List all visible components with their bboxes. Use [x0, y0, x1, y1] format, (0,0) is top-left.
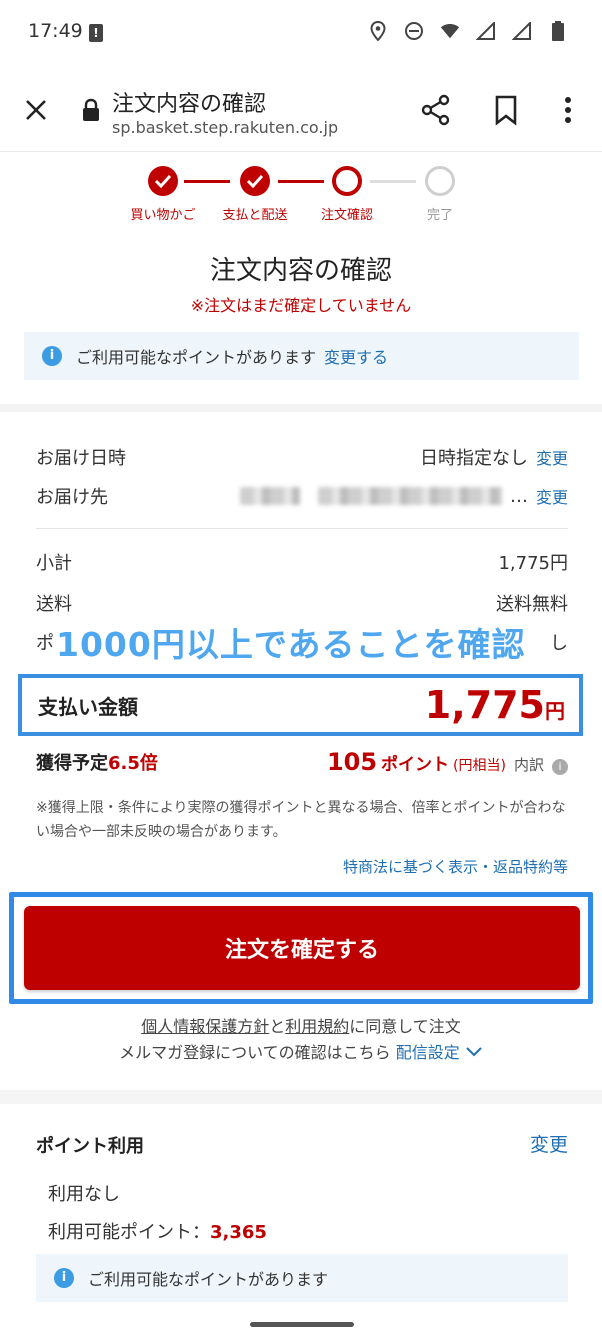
info-icon: i — [42, 346, 62, 366]
step-label: 支払と配送 — [222, 208, 288, 223]
dnd-icon — [404, 20, 424, 42]
point-usage-info-text: ご利用可能なポイントがあります — [88, 1270, 329, 1289]
points-gain-label: 獲得予定 — [36, 753, 108, 774]
points-info-banner: i ご利用可能なポイントがあります 変更する — [24, 332, 579, 380]
subtotal-value: 1,775円 — [498, 553, 568, 574]
delivery-date-label: お届け日時 — [36, 448, 126, 469]
page-title: 注文内容の確認 — [112, 92, 267, 117]
agreement-text: 個人情報保護方針と利用規約に同意して注文 メルマガ登録についての確認はこちら 配… — [0, 1014, 602, 1066]
change-points-link[interactable]: 変更する — [324, 344, 388, 368]
location-icon — [368, 20, 388, 42]
info-banner-text: ご利用可能なポイントがあります — [76, 348, 317, 367]
section-separator — [0, 404, 602, 412]
points-gain-row: 獲得予定6.5倍 105 ポイント (円相当) 内訳 i — [36, 742, 568, 782]
delivery-address-label: お届け先 — [36, 487, 108, 508]
available-points: 利用可能ポイント：3,365 — [48, 1218, 267, 1244]
points-gain-amount: 105 — [326, 748, 378, 776]
check-icon — [148, 166, 178, 196]
delivery-address-row: お届け先 … 変更 — [36, 480, 568, 512]
current-step-icon — [332, 166, 362, 196]
step-confirm: 注文確認 — [302, 166, 392, 223]
alert-icon: ! — [89, 24, 103, 42]
step-payment: 支払と配送 — [210, 166, 300, 223]
info-icon: i — [54, 1268, 74, 1288]
total-amount: 1,775 — [424, 683, 545, 727]
point-usage-info-banner: i ご利用可能なポイントがあります — [36, 1254, 568, 1302]
points-multiplier: 6.5倍 — [108, 753, 158, 774]
help-icon[interactable]: i — [552, 759, 568, 775]
total-label: 支払い金額 — [38, 694, 138, 719]
not-confirmed-warning: ※注文はまだ確定していません — [190, 296, 412, 315]
confirm-order-button[interactable]: 注文を確定する — [24, 906, 580, 990]
step-label: 注文確認 — [320, 208, 373, 223]
points-breakdown-link[interactable]: 内訳 — [514, 754, 544, 775]
shipping-label: 送料 — [36, 594, 72, 615]
available-points-value: 3,365 — [210, 1222, 267, 1243]
change-date-link[interactable]: 変更 — [536, 445, 568, 469]
terms-link[interactable]: 利用規約 — [285, 1017, 349, 1036]
checkout-stepper: 買い物かご 支払と配送 注文確認 完了 — [0, 160, 602, 230]
step-label: 買い物かご — [130, 208, 196, 223]
share-icon[interactable] — [420, 94, 452, 126]
step-cart: 買い物かご — [118, 166, 208, 223]
point-usage-title: ポイント利用 — [36, 1136, 144, 1157]
step-complete: 完了 — [395, 166, 485, 223]
points-yen-equiv: (円相当) — [453, 758, 506, 774]
section-separator — [0, 1090, 602, 1104]
annotation-overlay: 1000円以上であることを確認 — [56, 625, 526, 664]
browser-toolbar: 注文内容の確認 sp.basket.step.rakuten.co.jp — [0, 66, 602, 152]
page-heading: 注文内容の確認 — [209, 256, 392, 286]
status-time: 17:49 — [28, 20, 83, 42]
divider — [36, 528, 568, 529]
change-address-link[interactable]: 変更 — [536, 484, 568, 508]
pending-step-icon — [425, 166, 455, 196]
privacy-policy-link[interactable]: 個人情報保護方針 — [141, 1017, 269, 1036]
points-unit: ポイント — [381, 755, 450, 775]
close-icon[interactable] — [22, 96, 50, 124]
agreement-and: と — [269, 1017, 286, 1036]
change-point-usage-link[interactable]: 変更 — [530, 1130, 568, 1157]
address-ellipsis: … — [509, 485, 528, 507]
chevron-down-icon[interactable] — [465, 1043, 483, 1062]
redacted-name — [239, 487, 300, 505]
shipping-row: 送料 送料無料 — [36, 587, 568, 619]
available-points-label: 利用可能ポイント： — [48, 1222, 210, 1243]
subtotal-label: 小計 — [36, 553, 72, 574]
redacted-address — [317, 487, 502, 505]
wifi-icon — [440, 20, 460, 42]
delivery-date-row: お届け日時 日時指定なし 変更 — [36, 441, 568, 473]
battery-icon — [548, 20, 568, 42]
total-unit: 円 — [545, 699, 565, 723]
newsletter-text: メルマガ登録についての確認はこちら — [119, 1043, 391, 1062]
delivery-date-value: 日時指定なし — [419, 448, 528, 469]
points-note: ※獲得上限・条件により実際の獲得ポイントと異なる場合、倍率とポイントが合わない場… — [36, 800, 566, 840]
page-url[interactable]: sp.basket.step.rakuten.co.jp — [112, 118, 338, 137]
gesture-nav-handle[interactable] — [250, 1322, 354, 1327]
legal-notice-link[interactable]: 特商法に基づく表示・返品特約等 — [343, 856, 568, 877]
total-amount-box: 支払い金額 1,775円 — [18, 674, 583, 736]
points-usage-label: ポ — [36, 633, 54, 654]
signal-2-icon — [512, 20, 532, 42]
point-usage-section: ポイント利用 変更 利用なし 利用可能ポイント：3,365 i ご利用可能なポイ… — [0, 1104, 602, 1337]
status-bar: 17:49 ! — [0, 0, 602, 66]
status-icons — [368, 20, 568, 42]
signal-icon — [476, 20, 496, 42]
bookmark-icon[interactable] — [492, 94, 520, 126]
newsletter-settings-link[interactable]: 配信設定 — [396, 1043, 460, 1062]
subtotal-row: 小計 1,775円 — [36, 546, 568, 578]
agreement-suffix: に同意して注文 — [349, 1017, 461, 1036]
more-menu-icon[interactable] — [558, 94, 578, 126]
point-usage-value: 利用なし — [48, 1184, 120, 1205]
step-label: 完了 — [426, 208, 453, 223]
check-icon — [240, 166, 270, 196]
shipping-value: 送料無料 — [496, 594, 568, 615]
lock-icon — [82, 98, 100, 122]
points-usage-value: し — [550, 633, 568, 654]
